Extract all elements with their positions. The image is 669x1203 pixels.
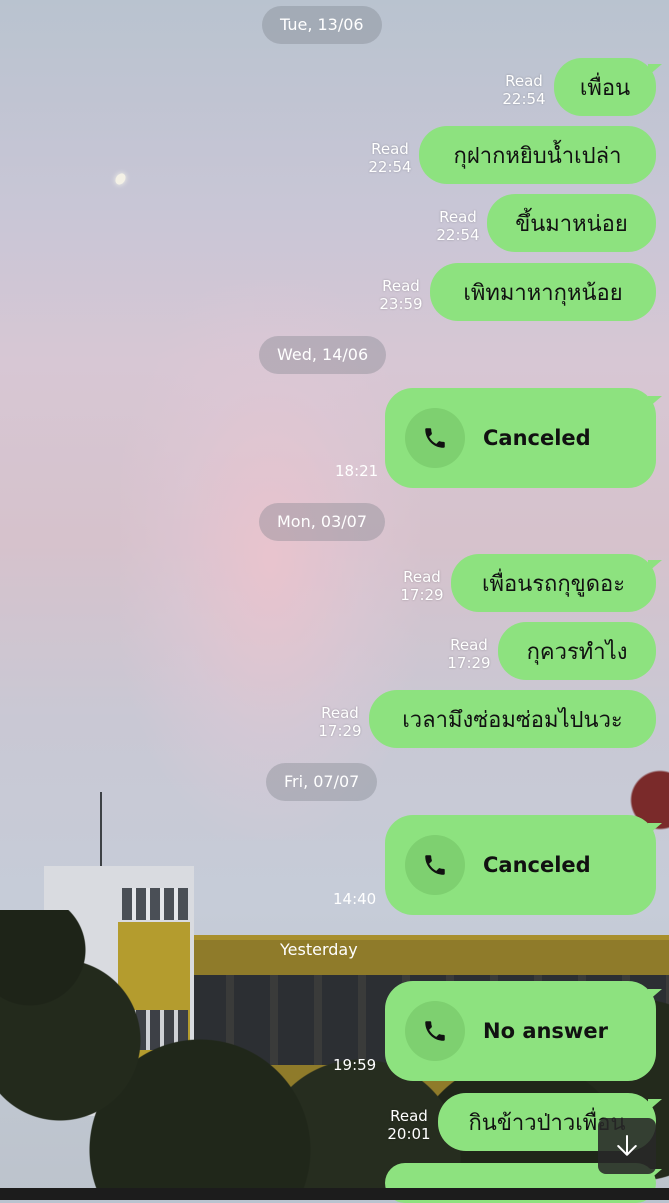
message-meta: Read 23:59 [375, 277, 427, 313]
message-time: 17:29 [400, 586, 444, 604]
message-bubble[interactable]: เพื่อนรถกุขูดอะ [451, 554, 662, 612]
message-time: 17:29 [447, 654, 491, 672]
message-time: 23:59 [379, 295, 423, 313]
read-receipt: Read [321, 704, 359, 722]
message-meta: Read 22:54 [498, 72, 550, 108]
call-message[interactable]: No answer [385, 981, 662, 1081]
call-status: Canceled [483, 426, 591, 450]
message-time: 17:29 [318, 722, 362, 740]
arrow-down-icon [617, 1135, 637, 1156]
bottom-bar [0, 1188, 669, 1200]
read-receipt: Read [450, 636, 488, 654]
date-separator: Fri, 07/07 [266, 763, 378, 801]
phone-icon [405, 835, 465, 895]
message-time: 22:54 [502, 90, 546, 108]
read-receipt: Read [403, 568, 441, 586]
call-message[interactable]: Canceled [385, 388, 662, 488]
read-receipt: Read [390, 1107, 428, 1125]
message-meta: Read 17:29 [443, 636, 495, 672]
date-separator: Wed, 14/06 [259, 336, 387, 374]
read-receipt: Read [505, 72, 543, 90]
message-bubble[interactable]: กุฝากหยิบน้ำเปล่า [419, 126, 656, 184]
message-meta: Read 17:29 [396, 568, 448, 604]
date-separator: Mon, 03/07 [259, 503, 386, 541]
call-message[interactable]: Canceled [385, 815, 662, 915]
date-separator: Yesterday [280, 940, 358, 959]
call-status: No answer [483, 1019, 608, 1043]
antenna [100, 792, 102, 868]
message-time: 22:54 [368, 158, 412, 176]
message-bubble[interactable]: ขึ้นมาหน่อย [487, 194, 656, 252]
read-receipt: Read [439, 208, 477, 226]
call-status: Canceled [483, 853, 591, 877]
message-time: 19:59 [333, 1056, 377, 1074]
message-meta: Read 20:01 [383, 1107, 435, 1143]
message-bubble[interactable]: เพื่อน [554, 58, 662, 116]
message-bubble[interactable]: เวลามึงซ่อมซ่อมไปนวะ [369, 690, 656, 748]
message-meta: Read 17:29 [314, 704, 366, 740]
message-meta: Read 22:54 [364, 140, 416, 176]
phone-icon [405, 1001, 465, 1061]
read-receipt: Read [382, 277, 420, 295]
message-time: 14:40 [333, 890, 377, 908]
moon [113, 171, 128, 187]
scroll-to-bottom-button[interactable] [598, 1118, 656, 1174]
message-time: 22:54 [436, 226, 480, 244]
message-time: 18:21 [335, 462, 379, 480]
read-receipt: Read [371, 140, 409, 158]
message-bubble[interactable]: กุควรทำไง [498, 622, 656, 680]
phone-icon [405, 408, 465, 468]
message-time: 20:01 [387, 1125, 431, 1143]
message-bubble[interactable]: เพิทมาหากุหน้อย [430, 263, 656, 321]
message-meta: Read 22:54 [432, 208, 484, 244]
date-separator: Tue, 13/06 [262, 6, 382, 44]
